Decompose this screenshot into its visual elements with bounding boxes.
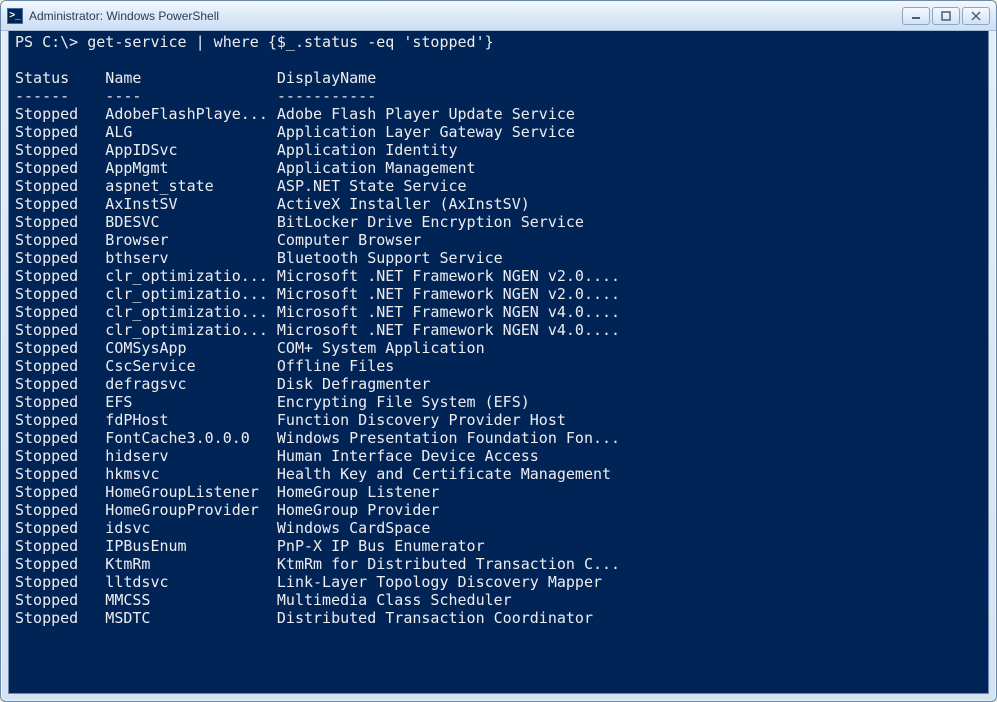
powershell-window: >_ Administrator: Windows PowerShell PS … (0, 0, 997, 702)
service-row: Stopped KtmRm KtmRm for Distributed Tran… (15, 555, 984, 573)
command-text: get-service | where {$_.status -eq 'stop… (87, 33, 493, 51)
service-row: Stopped lltdsvc Link-Layer Topology Disc… (15, 573, 984, 591)
service-row: Stopped Browser Computer Browser (15, 231, 984, 249)
service-row: Stopped clr_optimizatio... Microsoft .NE… (15, 285, 984, 303)
service-row: Stopped BDESVC BitLocker Drive Encryptio… (15, 213, 984, 231)
service-row: Stopped MMCSS Multimedia Class Scheduler (15, 591, 984, 609)
service-row: Stopped AppMgmt Application Management (15, 159, 984, 177)
titlebar[interactable]: >_ Administrator: Windows PowerShell (1, 1, 996, 31)
service-row: Stopped ALG Application Layer Gateway Se… (15, 123, 984, 141)
service-row: Stopped AppIDSvc Application Identity (15, 141, 984, 159)
service-row: Stopped HomeGroupProvider HomeGroup Prov… (15, 501, 984, 519)
close-button[interactable] (962, 7, 990, 25)
service-row: Stopped bthserv Bluetooth Support Servic… (15, 249, 984, 267)
service-row: Stopped clr_optimizatio... Microsoft .NE… (15, 267, 984, 285)
service-row: Stopped hkmsvc Health Key and Certificat… (15, 465, 984, 483)
service-row: Stopped MSDTC Distributed Transaction Co… (15, 609, 984, 627)
service-list: Stopped AdobeFlashPlaye... Adobe Flash P… (15, 105, 984, 627)
column-headers: Status Name DisplayName (15, 69, 984, 87)
prompt: PS C:\> get-service | where {$_.status -… (15, 33, 494, 51)
service-row: Stopped aspnet_state ASP.NET State Servi… (15, 177, 984, 195)
service-row: Stopped CscService Offline Files (15, 357, 984, 375)
service-row: Stopped clr_optimizatio... Microsoft .NE… (15, 321, 984, 339)
blank-line (15, 51, 984, 69)
window-buttons (902, 7, 990, 25)
service-row: Stopped clr_optimizatio... Microsoft .NE… (15, 303, 984, 321)
service-row: Stopped hidserv Human Interface Device A… (15, 447, 984, 465)
service-row: Stopped COMSysApp COM+ System Applicatio… (15, 339, 984, 357)
console-area[interactable]: PS C:\> get-service | where {$_.status -… (8, 31, 989, 694)
service-row: Stopped fdPHost Function Discovery Provi… (15, 411, 984, 429)
service-row: Stopped AdobeFlashPlaye... Adobe Flash P… (15, 105, 984, 123)
service-row: Stopped idsvc Windows CardSpace (15, 519, 984, 537)
prompt-text: PS C:\> (15, 33, 87, 51)
maximize-button[interactable] (932, 7, 960, 25)
minimize-button[interactable] (902, 7, 930, 25)
column-underline: ------ ---- ----------- (15, 87, 984, 105)
service-row: Stopped defragsvc Disk Defragmenter (15, 375, 984, 393)
service-row: Stopped AxInstSV ActiveX Installer (AxIn… (15, 195, 984, 213)
service-row: Stopped IPBusEnum PnP-X IP Bus Enumerato… (15, 537, 984, 555)
service-row: Stopped HomeGroupListener HomeGroup List… (15, 483, 984, 501)
powershell-icon: >_ (7, 8, 23, 24)
window-title: Administrator: Windows PowerShell (29, 9, 902, 23)
service-row: Stopped EFS Encrypting File System (EFS) (15, 393, 984, 411)
service-row: Stopped FontCache3.0.0.0 Windows Present… (15, 429, 984, 447)
